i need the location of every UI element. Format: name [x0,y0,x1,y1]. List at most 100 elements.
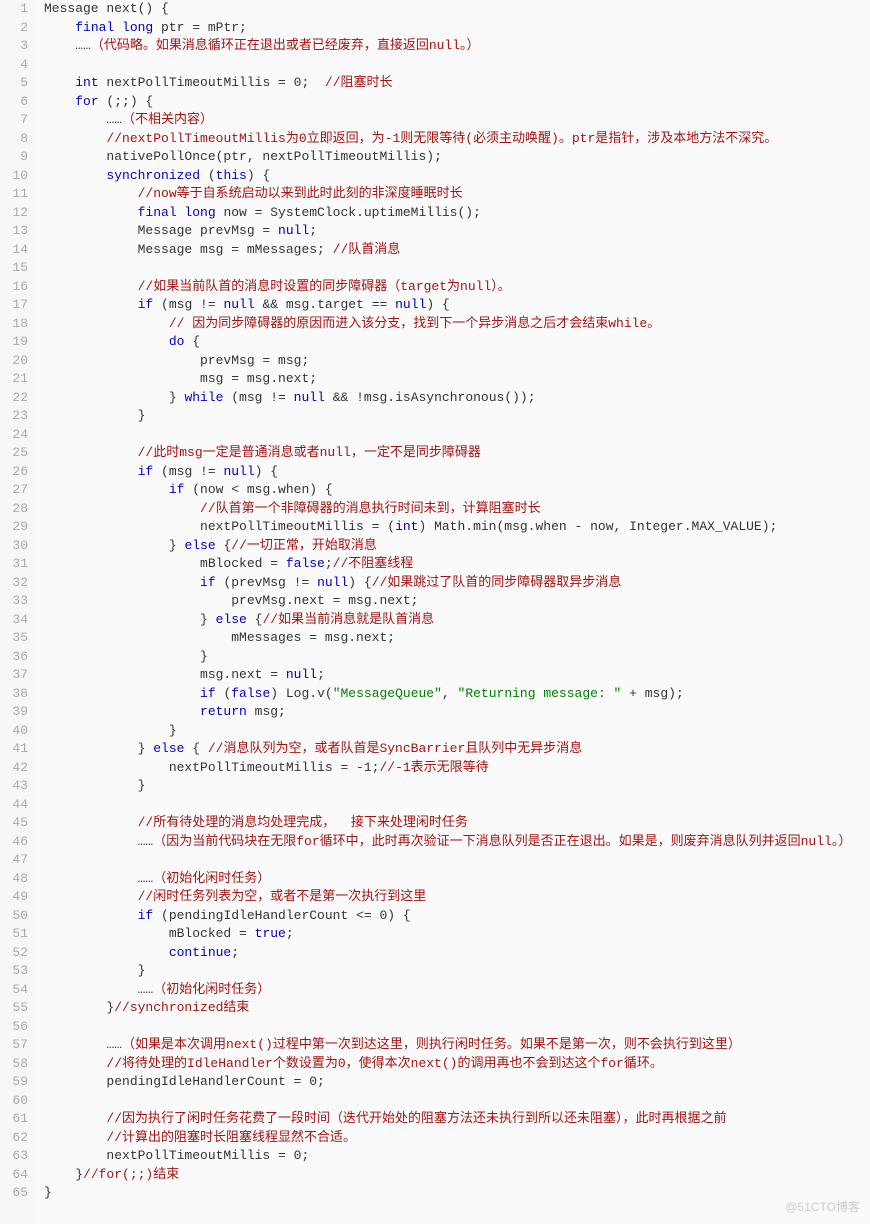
code-line[interactable]: nextPollTimeoutMillis = 0; [44,1147,870,1166]
line-number: 64 [0,1166,28,1185]
line-number: 30 [0,537,28,556]
line-number: 6 [0,93,28,112]
line-number: 49 [0,888,28,907]
line-number: 32 [0,574,28,593]
code-line[interactable]: }//for(;;)结束 [44,1166,870,1185]
code-line[interactable]: //因为执行了闲时任务花费了一段时间（迭代开始处的阻塞方法还未执行到所以还未阻塞… [44,1110,870,1129]
code-line[interactable]: //闲时任务列表为空，或者不是第一次执行到这里 [44,888,870,907]
line-number: 16 [0,278,28,297]
code-line[interactable]: ……（因为当前代码块在无限for循环中，此时再次验证一下消息队列是否正在退出。如… [44,833,870,852]
code-line[interactable]: } [44,1184,870,1203]
line-number: 23 [0,407,28,426]
code-line[interactable]: //nextPollTimeoutMillis为0立即返回，为-1则无限等待(必… [44,130,870,149]
code-line[interactable] [44,796,870,815]
code-line[interactable]: do { [44,333,870,352]
line-number: 29 [0,518,28,537]
line-number: 45 [0,814,28,833]
line-number: 28 [0,500,28,519]
code-line[interactable]: } else {//一切正常，开始取消息 [44,537,870,556]
code-line[interactable]: return msg; [44,703,870,722]
code-line[interactable]: } [44,648,870,667]
code-line[interactable]: //如果当前队首的消息时设置的同步障碍器（target为null）。 [44,278,870,297]
code-line[interactable]: nativePollOnce(ptr, nextPollTimeoutMilli… [44,148,870,167]
code-line[interactable] [44,259,870,278]
code-line[interactable]: if (prevMsg != null) {//如果跳过了队首的同步障碍器取异步… [44,574,870,593]
code-line[interactable]: } while (msg != null && !msg.isAsynchron… [44,389,870,408]
code-line[interactable]: // 因为同步障碍器的原因而进入该分支，找到下一个异步消息之后才会结束while… [44,315,870,334]
code-line[interactable]: if (msg != null && msg.target == null) { [44,296,870,315]
code-line[interactable]: synchronized (this) { [44,167,870,186]
code-line[interactable]: final long now = SystemClock.uptimeMilli… [44,204,870,223]
code-line[interactable]: msg = msg.next; [44,370,870,389]
line-number: 61 [0,1110,28,1129]
code-body[interactable]: Message next() { final long ptr = mPtr; … [36,0,870,1224]
code-line[interactable]: mBlocked = false;//不阻塞线程 [44,555,870,574]
line-number: 20 [0,352,28,371]
line-number: 17 [0,296,28,315]
line-number: 7 [0,111,28,130]
code-line[interactable]: mBlocked = true; [44,925,870,944]
line-number: 10 [0,167,28,186]
code-line[interactable]: if (pendingIdleHandlerCount <= 0) { [44,907,870,926]
line-number: 65 [0,1184,28,1203]
code-line[interactable]: continue; [44,944,870,963]
line-number: 50 [0,907,28,926]
code-line[interactable]: msg.next = null; [44,666,870,685]
code-line[interactable]: pendingIdleHandlerCount = 0; [44,1073,870,1092]
line-number: 25 [0,444,28,463]
line-number: 13 [0,222,28,241]
code-line[interactable]: final long ptr = mPtr; [44,19,870,38]
line-number: 56 [0,1018,28,1037]
line-number: 54 [0,981,28,1000]
line-number: 3 [0,37,28,56]
code-line[interactable] [44,851,870,870]
line-number: 36 [0,648,28,667]
code-line[interactable]: Message msg = mMessages; //队首消息 [44,241,870,260]
code-line[interactable]: prevMsg.next = msg.next; [44,592,870,611]
code-line[interactable]: }//synchronized结束 [44,999,870,1018]
code-line[interactable]: if (now < msg.when) { [44,481,870,500]
code-line[interactable]: } [44,407,870,426]
line-number: 35 [0,629,28,648]
code-line[interactable]: Message next() { [44,0,870,19]
code-line[interactable]: for (;;) { [44,93,870,112]
code-line[interactable]: //队首第一个非障碍器的消息执行时间未到，计算阻塞时长 [44,500,870,519]
line-number: 60 [0,1092,28,1111]
code-line[interactable]: //此时msg一定是普通消息或者null，一定不是同步障碍器 [44,444,870,463]
code-line[interactable]: } else {//如果当前消息就是队首消息 [44,611,870,630]
line-number: 19 [0,333,28,352]
code-line[interactable] [44,1092,870,1111]
code-line[interactable]: if (false) Log.v("MessageQueue", "Return… [44,685,870,704]
line-number: 18 [0,315,28,334]
code-line[interactable]: } [44,722,870,741]
code-line[interactable]: } [44,962,870,981]
line-number: 11 [0,185,28,204]
code-line[interactable]: //now等于自系统启动以来到此时此刻的非深度睡眠时长 [44,185,870,204]
code-line[interactable]: ……（初始化闲时任务） [44,981,870,1000]
code-line[interactable]: mMessages = msg.next; [44,629,870,648]
code-line[interactable]: Message prevMsg = null; [44,222,870,241]
code-line[interactable] [44,1018,870,1037]
line-number: 39 [0,703,28,722]
code-line[interactable]: ……（不相关内容） [44,111,870,130]
code-line[interactable]: nextPollTimeoutMillis = (int) Math.min(m… [44,518,870,537]
code-line[interactable]: nextPollTimeoutMillis = -1;//-1表示无限等待 [44,759,870,778]
code-line[interactable]: if (msg != null) { [44,463,870,482]
code-line[interactable] [44,426,870,445]
code-line[interactable]: //计算出的阻塞时长阻塞线程显然不合适。 [44,1129,870,1148]
code-line[interactable]: ……（代码略。如果消息循环正在退出或者已经废弃，直接返回null。） [44,37,870,56]
code-line[interactable]: ……（初始化闲时任务） [44,870,870,889]
line-number: 43 [0,777,28,796]
code-line[interactable]: ……（如果是本次调用next()过程中第一次到达这里，则执行闲时任务。如果不是第… [44,1036,870,1055]
code-line[interactable]: int nextPollTimeoutMillis = 0; //阻塞时长 [44,74,870,93]
line-number: 22 [0,389,28,408]
code-line[interactable] [44,56,870,75]
code-line[interactable]: prevMsg = msg; [44,352,870,371]
code-line[interactable]: } [44,777,870,796]
code-line[interactable]: //将待处理的IdleHandler个数设置为0，使得本次next()的调用再也… [44,1055,870,1074]
code-line[interactable]: } else { //消息队列为空，或者队首是SyncBarrier且队列中无异… [44,740,870,759]
line-number: 48 [0,870,28,889]
line-number: 52 [0,944,28,963]
code-line[interactable]: //所有待处理的消息均处理完成， 接下来处理闲时任务 [44,814,870,833]
line-number: 62 [0,1129,28,1148]
